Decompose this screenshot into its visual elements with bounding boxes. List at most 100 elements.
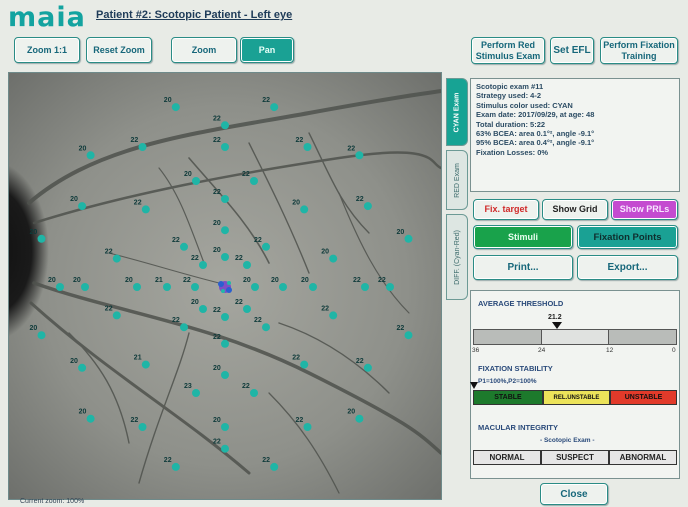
stimulus-value-label: 22 [131, 137, 139, 144]
stimulus-value-label: 22 [213, 307, 221, 314]
stimulus-point [199, 261, 207, 269]
stimulus-point [192, 389, 200, 397]
normal-segment: NORMAL [473, 450, 541, 465]
perform-red-stimulus-exam-button[interactable]: Perform Red Stimulus Exam [471, 37, 545, 64]
stimulus-value-label: 22 [172, 317, 180, 324]
stimulus-point [303, 143, 312, 151]
stimulus-value-label: 20 [213, 220, 221, 227]
stimulus-value-label: 22 [353, 277, 361, 284]
current-zoom-label: Current zoom: 100% [20, 498, 85, 505]
exam-info-line: Total duration: 5:22 [476, 119, 546, 129]
stimulus-value-label: 22 [183, 277, 191, 284]
stimulus-value-label: 20 [321, 249, 329, 256]
stimulus-value-label: 22 [213, 439, 221, 446]
print-button[interactable]: Print... [473, 255, 573, 280]
fixation-points-button[interactable]: Fixation Points [577, 225, 678, 249]
stimulus-point [243, 305, 251, 313]
stimulus-value-label: 22 [235, 299, 243, 306]
perform-fixation-training-button[interactable]: Perform Fixation Training [600, 37, 678, 64]
scale-tick: 36 [472, 347, 480, 354]
scale-tick: 0 [672, 347, 676, 354]
fix-target-button[interactable]: Fix. target [473, 199, 539, 220]
stimulus-point [243, 261, 251, 269]
stimulus-value-label: 20 [73, 277, 81, 284]
pan-button[interactable]: Pan [240, 37, 294, 63]
scale-segment [474, 330, 542, 344]
show-prls-button[interactable]: Show PRLs [611, 199, 678, 220]
stimulus-point [133, 283, 141, 291]
stimulus-point [251, 283, 259, 291]
stimulus-point [37, 234, 46, 243]
exam-info-line: Exam date: 2017/09/29, at age: 48 [476, 110, 595, 120]
close-button[interactable]: Close [540, 483, 608, 505]
stimulus-point [180, 323, 188, 332]
stimulus-value-label: 22 [164, 457, 172, 464]
stimulus-value-label: 20 [191, 299, 199, 306]
exam-info-line: 63% BCEA: area 0.1°², angle -9.1° [476, 129, 595, 139]
stimulus-point [221, 143, 229, 151]
stimulus-value-label: 20 [213, 365, 221, 372]
stimuli-button[interactable]: Stimuli [473, 225, 573, 249]
stimulus-value-label: 20 [79, 409, 87, 416]
stimulus-value-label: 20 [301, 277, 309, 284]
fixation-stability-label: FIXATION STABILITY [478, 364, 553, 373]
stimulus-value-label: 22 [213, 115, 221, 122]
stimulus-value-label: 20 [30, 229, 38, 236]
stimulus-point [199, 305, 207, 313]
stimulus-value-label: 20 [243, 277, 251, 284]
tab-cyan-exam[interactable]: CYAN Exam [446, 78, 468, 146]
stimulus-point [221, 253, 229, 261]
stable-segment: STABLE [473, 390, 543, 405]
stimulus-point [309, 283, 317, 291]
stimulus-value-label: 20 [397, 229, 405, 236]
stimulus-value-label: 22 [356, 358, 364, 365]
macular-integrity-sub: - Scotopic Exam - [540, 437, 595, 444]
maia-logo: maia [8, 2, 86, 33]
average-threshold-label: AVERAGE THRESHOLD [478, 299, 564, 308]
stimulus-point [163, 283, 171, 291]
stimulus-value-label: 20 [48, 277, 56, 284]
export-button[interactable]: Export... [577, 255, 678, 280]
stimulus-point [262, 323, 270, 332]
stimulus-value-label: 20 [213, 417, 221, 424]
stimulus-point [221, 121, 229, 130]
stimulus-value-label: 22 [397, 325, 405, 332]
stimulus-point [300, 360, 309, 369]
zoom-button[interactable]: Zoom [171, 37, 237, 63]
stimulus-point [141, 205, 150, 214]
stimulus-point [386, 283, 394, 291]
stimulus-value-label: 22 [254, 237, 262, 244]
stimulus-value-label: 22 [296, 137, 304, 144]
reset-zoom-button[interactable]: Reset Zoom [86, 37, 152, 63]
stimulus-point [86, 151, 95, 160]
threshold-scale-bar [473, 329, 677, 345]
stimulus-value-label: 20 [347, 409, 355, 416]
stimulus-point [171, 462, 180, 471]
stimulus-value-label: 20 [271, 277, 279, 284]
stimulus-value-label: 22 [262, 457, 270, 464]
stimulus-point [141, 360, 150, 369]
stimulus-point [221, 195, 229, 203]
stimulus-point [329, 311, 338, 320]
stimulus-point [262, 242, 270, 251]
tab-cyan-exam-label: CYAN Exam [453, 92, 461, 132]
set-efl-button[interactable]: Set EFL [550, 37, 594, 64]
tab-diff-cyan-red[interactable]: DIFF. (Cyan-Red) [446, 214, 468, 300]
show-grid-button[interactable]: Show Grid [542, 199, 608, 220]
suspect-segment: SUSPECT [541, 450, 609, 465]
stimulus-point [361, 283, 369, 291]
stability-marker [470, 382, 478, 389]
stimulus-value-label: 22 [292, 355, 300, 362]
stimulus-value-label: 22 [105, 249, 113, 256]
fundus-image-view[interactable]: 22 22 22 22 20 22 21 20 22 22 22 23 21 22 22 22 20 22 20 20… [8, 72, 442, 500]
scale-segment [541, 330, 610, 344]
stimulus-point [363, 202, 372, 211]
stimulus-value-label: 22 [242, 171, 250, 178]
stimulus-point [363, 363, 372, 372]
stimulus-point [279, 283, 287, 291]
stimulus-point [112, 311, 121, 320]
zoom-1-1-button[interactable]: Zoom 1:1 [14, 37, 80, 63]
unstable-segment: UNSTABLE [610, 390, 677, 405]
fixation-p-text: P1=100%,P2=100% [478, 378, 537, 385]
tab-red-exam[interactable]: RED Exam [446, 150, 468, 210]
